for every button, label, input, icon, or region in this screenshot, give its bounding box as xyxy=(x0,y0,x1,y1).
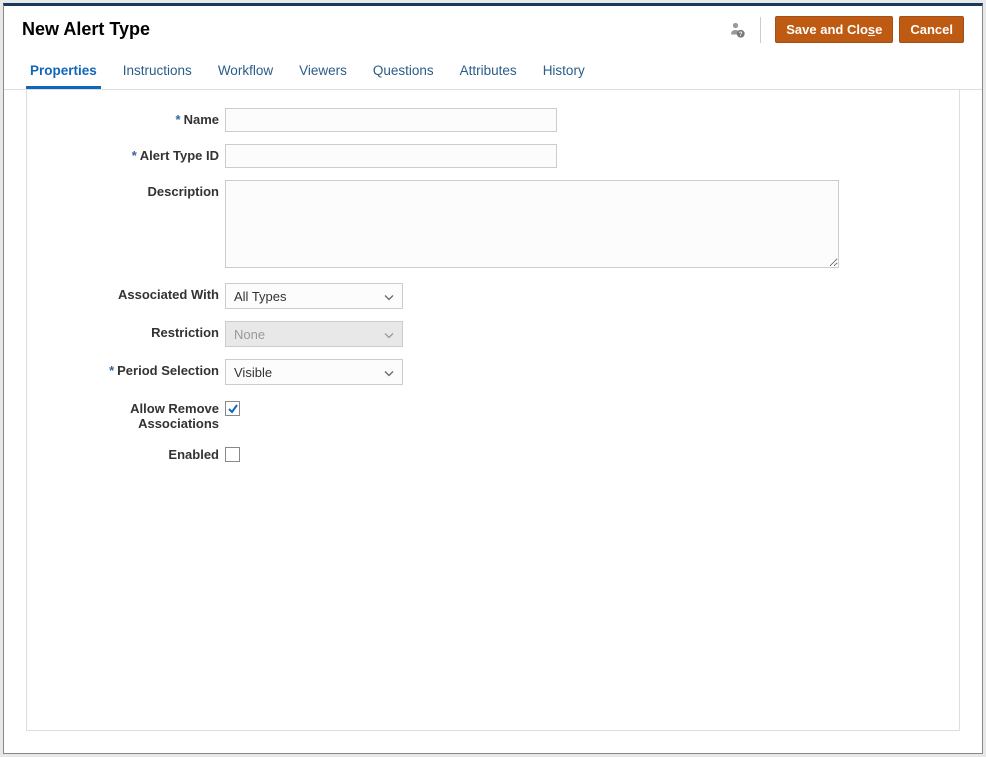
tab-viewers[interactable]: Viewers xyxy=(295,53,351,89)
period-selection-select[interactable]: Visible xyxy=(225,359,403,385)
description-label: Description xyxy=(53,180,225,199)
tab-questions[interactable]: Questions xyxy=(369,53,438,89)
period-selection-label: Period Selection xyxy=(53,359,225,378)
tab-instructions[interactable]: Instructions xyxy=(119,53,196,89)
associated-with-select[interactable]: All Types xyxy=(225,283,403,309)
header-actions: ? Save and Close Cancel xyxy=(728,16,964,43)
description-textarea[interactable] xyxy=(225,180,839,268)
tab-history[interactable]: History xyxy=(539,53,589,89)
dialog-header: New Alert Type ? Save and Close Cancel xyxy=(4,6,982,53)
tab-properties[interactable]: Properties xyxy=(26,53,101,89)
associated-with-value: All Types xyxy=(234,289,287,304)
tab-attributes[interactable]: Attributes xyxy=(456,53,521,89)
allow-remove-label: Allow Remove Associations xyxy=(53,397,225,431)
save-close-button[interactable]: Save and Close xyxy=(775,16,893,43)
alert-type-id-label: Alert Type ID xyxy=(53,144,225,163)
chevron-down-icon xyxy=(384,327,394,342)
enabled-checkbox[interactable] xyxy=(225,447,240,462)
restriction-value: None xyxy=(234,327,265,342)
chevron-down-icon xyxy=(384,289,394,304)
allow-remove-checkbox[interactable] xyxy=(225,401,240,416)
name-label: Name xyxy=(53,108,225,127)
tab-bar: Properties Instructions Workflow Viewers… xyxy=(4,53,982,90)
chevron-down-icon xyxy=(384,365,394,380)
dialog-title: New Alert Type xyxy=(22,19,728,40)
alert-type-id-input[interactable] xyxy=(225,144,557,168)
svg-text:?: ? xyxy=(739,32,743,38)
restriction-select: None xyxy=(225,321,403,347)
associated-with-label: Associated With xyxy=(53,283,225,302)
cancel-button[interactable]: Cancel xyxy=(899,16,964,43)
user-help-icon[interactable]: ? xyxy=(728,17,761,43)
dialog-window: New Alert Type ? Save and Close Cancel P… xyxy=(3,3,983,754)
restriction-label: Restriction xyxy=(53,321,225,340)
tab-workflow[interactable]: Workflow xyxy=(214,53,277,89)
period-selection-value: Visible xyxy=(234,365,272,380)
enabled-label: Enabled xyxy=(53,443,225,462)
form-panel: Name Alert Type ID Description Associate… xyxy=(26,90,960,731)
name-input[interactable] xyxy=(225,108,557,132)
